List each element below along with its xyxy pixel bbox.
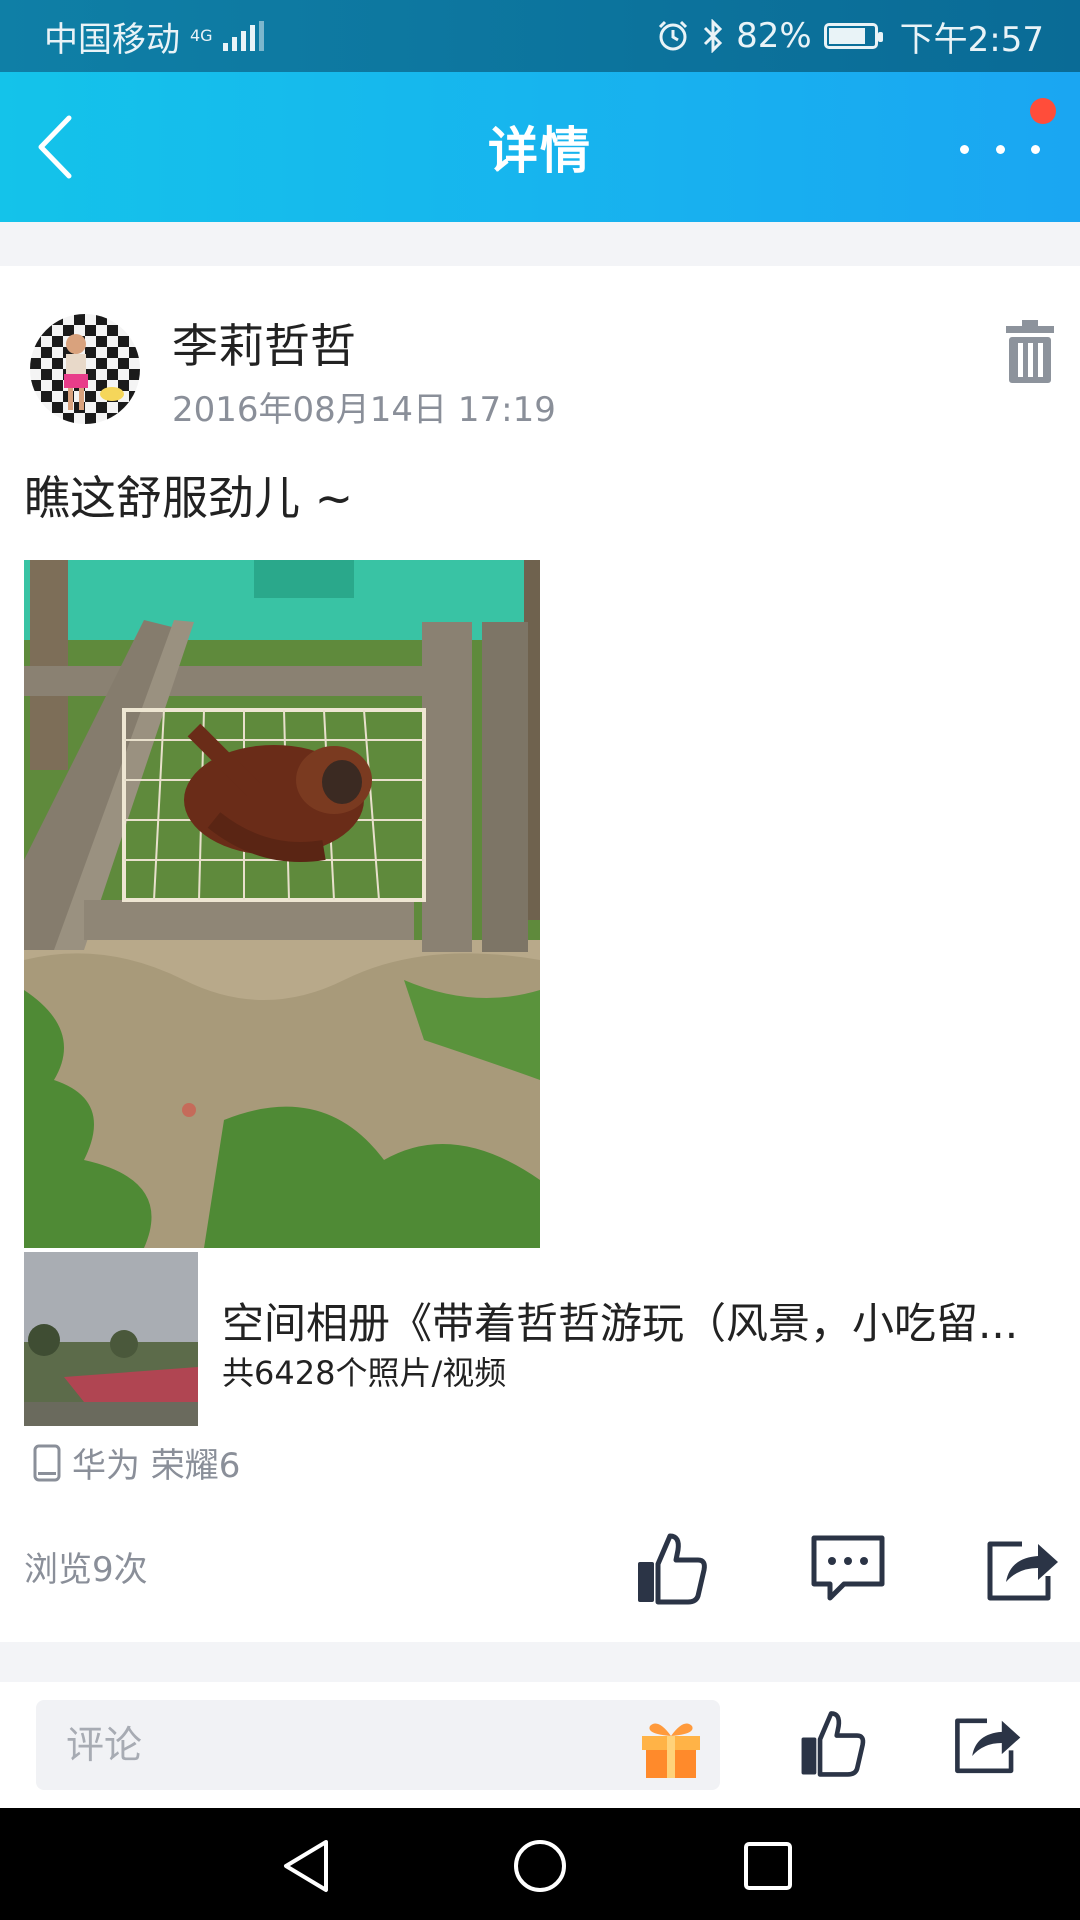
status-left: 中国移动 4G	[44, 12, 264, 61]
notification-dot	[1030, 98, 1056, 124]
username[interactable]: 李莉哲哲	[172, 310, 356, 376]
comment-icon	[811, 1535, 885, 1601]
gift-icon	[642, 1723, 700, 1778]
signal-icon	[222, 21, 264, 51]
nav-back-button[interactable]	[276, 1834, 340, 1898]
status-right: 82% 下午2:57	[656, 12, 1044, 61]
post-card: 李莉哲哲 2016年08月14日 17:19 瞧这舒服劲儿 ~ 空间相册《带着哲…	[0, 266, 1080, 1642]
clock: 下午2:57	[899, 19, 1044, 60]
network-label: 4G	[190, 26, 213, 45]
nav-home-button[interactable]	[508, 1834, 572, 1898]
bottom-like-button[interactable]	[796, 1706, 870, 1780]
share-icon	[955, 1718, 1021, 1774]
battery-icon	[823, 23, 883, 49]
album-count: 共6428个照片/视频	[222, 1354, 507, 1392]
phone-icon	[33, 1444, 61, 1481]
triangle-back-icon	[284, 1840, 328, 1892]
more-dots-icon[interactable]	[960, 124, 1040, 174]
battery-percent: 82%	[736, 16, 812, 56]
alarm-icon	[659, 20, 688, 51]
post-text: 瞧这舒服劲儿 ~	[24, 471, 354, 525]
device-info: 华为 荣耀6	[30, 1438, 240, 1487]
comment-button[interactable]	[808, 1528, 888, 1608]
gift-button[interactable]	[636, 1712, 706, 1782]
circle-home-icon	[514, 1840, 566, 1892]
status-bar: 中国移动 4G 82% 下午2:57	[0, 0, 1080, 72]
share-icon	[987, 1541, 1058, 1601]
delete-button[interactable]	[1000, 316, 1060, 386]
like-button[interactable]	[632, 1528, 712, 1608]
device-label: 华为 荣耀6	[72, 1446, 241, 1486]
thumbs-up-icon	[638, 1533, 707, 1605]
page-title: 详情	[488, 122, 592, 180]
view-count: 浏览9次	[24, 1550, 148, 1590]
app-header: 详情	[0, 72, 1080, 222]
bluetooth-icon	[704, 19, 723, 53]
thumbs-up-icon	[801, 1711, 866, 1777]
post-photo[interactable]	[24, 560, 540, 1248]
post-time: 2016年08月14日 17:19	[172, 390, 556, 430]
album-title[interactable]: 空间相册《带着哲哲游玩（风景，小吃留...	[222, 1290, 1022, 1351]
system-nav-bar	[0, 1808, 1080, 1920]
carrier-label: 中国移动	[44, 19, 180, 60]
comment-input[interactable]	[36, 1700, 720, 1790]
album-thumbnail[interactable]	[24, 1252, 198, 1426]
avatar[interactable]	[30, 314, 140, 424]
nav-recents-button[interactable]	[736, 1834, 800, 1898]
share-button[interactable]	[982, 1528, 1062, 1608]
bottom-share-button[interactable]	[950, 1706, 1024, 1780]
comment-bar	[0, 1682, 1080, 1808]
trash-icon	[1006, 320, 1054, 383]
square-recents-icon	[744, 1842, 792, 1890]
